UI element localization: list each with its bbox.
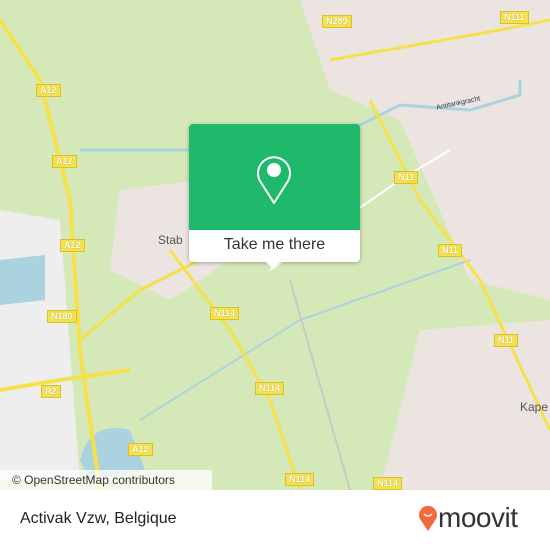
road-label: A12 <box>52 155 77 168</box>
road-label: N11 <box>494 334 519 347</box>
location-title: Activak Vzw, Belgique <box>20 510 177 527</box>
road-label: N11 <box>394 171 419 184</box>
moovit-logo[interactable]: moovit <box>418 502 518 534</box>
road-label: N111 <box>500 11 529 24</box>
take-me-there-button[interactable]: Take me there <box>189 230 360 260</box>
location-popup: Take me there <box>189 124 360 269</box>
map-attribution[interactable]: © OpenStreetMap contributors <box>0 470 212 490</box>
place-label: Stab <box>158 233 183 247</box>
road-label: R2 <box>41 385 61 398</box>
road-label: A12 <box>128 443 153 456</box>
road-label: N114 <box>210 307 240 320</box>
map-pin-icon <box>257 156 291 204</box>
place-label: Kape <box>520 400 549 414</box>
road-label: N114 <box>255 382 285 395</box>
road-label: N114 <box>285 473 315 486</box>
road-label: A12 <box>60 239 85 252</box>
footer: Activak Vzw, Belgique moovit <box>0 490 550 550</box>
map[interactable]: N289 N111 A12 A12 A12 A12 N11 N11 N11 N1… <box>0 0 550 490</box>
brand-name: moovit <box>438 502 518 533</box>
moovit-pin-icon <box>419 505 437 531</box>
popup-header <box>189 124 360 230</box>
road-label: N180 <box>47 310 77 323</box>
road-label: A12 <box>36 84 61 97</box>
popup-pointer <box>265 261 281 269</box>
road-label: N289 <box>322 15 352 28</box>
road-label: N114 <box>373 477 403 490</box>
road-label: N11 <box>438 244 463 257</box>
